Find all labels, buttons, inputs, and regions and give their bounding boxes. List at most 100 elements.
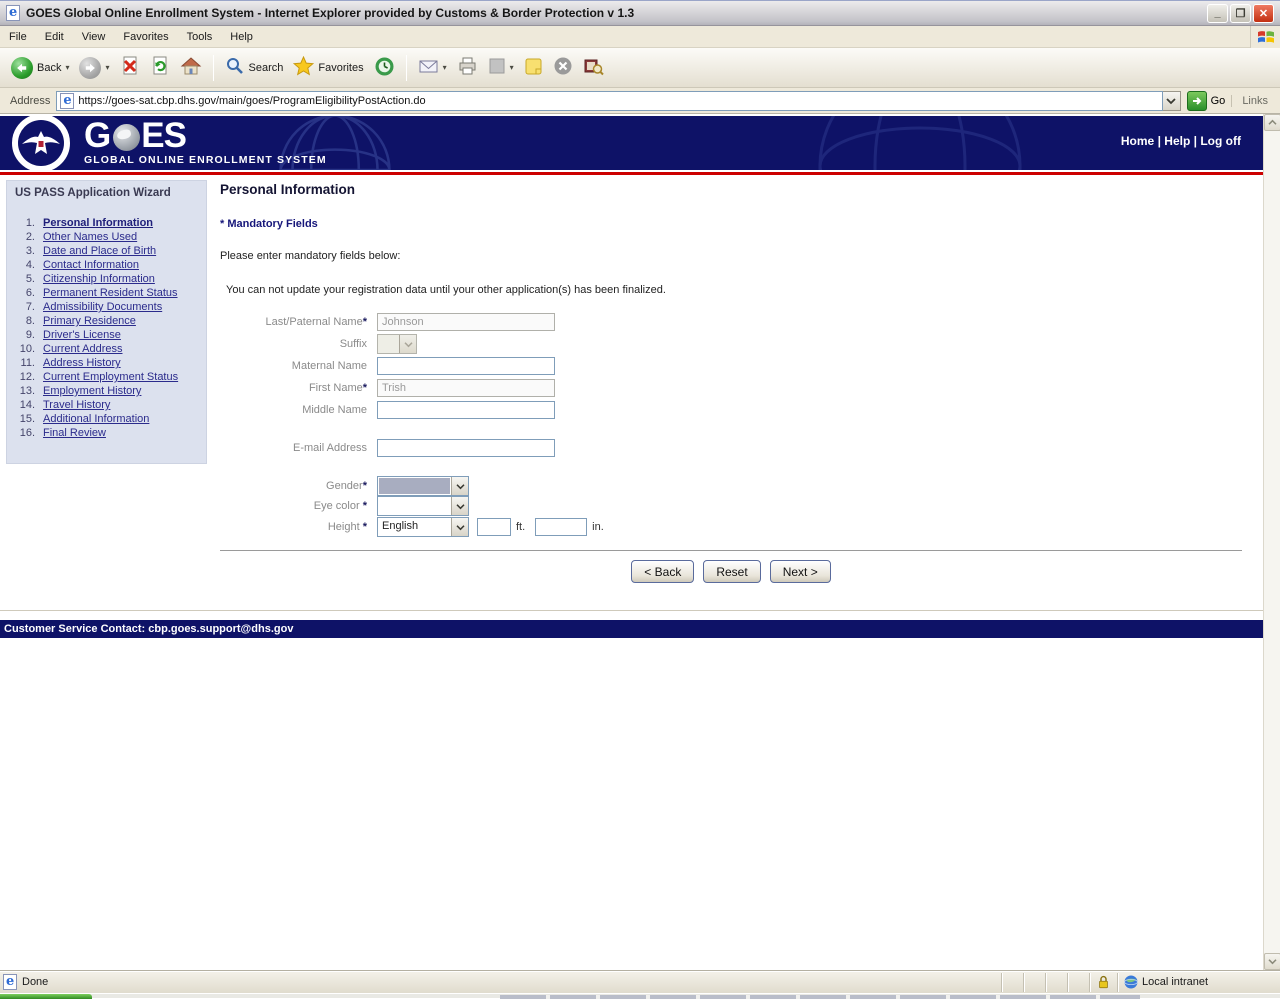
- forward-dropdown-icon[interactable]: ▾: [105, 63, 109, 72]
- favorites-label: Favorites: [318, 62, 363, 74]
- next-button[interactable]: Next >: [770, 560, 831, 583]
- wizard-step-link[interactable]: Final Review: [43, 426, 106, 440]
- step-number: 12.: [15, 370, 43, 384]
- reset-button[interactable]: Reset: [703, 560, 760, 583]
- form-row-gender: Gender*: [220, 476, 1242, 496]
- form-row-maternal-name: Maternal Name: [220, 355, 1242, 377]
- back-icon: [11, 57, 33, 79]
- wizard-step-travel-history: 14.Travel History: [15, 398, 202, 412]
- go-button[interactable]: Go: [1187, 91, 1226, 111]
- address-input[interactable]: https://goes-sat.cbp.dhs.gov/main/goes/P…: [56, 91, 1162, 111]
- back-button[interactable]: Back ▾: [6, 54, 74, 82]
- wizard-step-link[interactable]: Date and Place of Birth: [43, 244, 156, 258]
- select-value: [378, 335, 399, 353]
- mail-dropdown-icon[interactable]: ▾: [443, 63, 447, 72]
- nav-separator: |: [1158, 134, 1161, 148]
- chevron-down-icon[interactable]: [451, 518, 468, 536]
- vertical-scrollbar[interactable]: [1263, 114, 1280, 970]
- warning-text: You can not update your registration dat…: [220, 284, 1242, 296]
- home-button[interactable]: [175, 53, 207, 82]
- required-star: *: [363, 382, 367, 394]
- menu-edit[interactable]: Edit: [36, 28, 73, 46]
- refresh-button[interactable]: [145, 52, 175, 83]
- height-feet-field[interactable]: [477, 518, 511, 536]
- last-name-label: Last/Paternal Name*: [220, 316, 377, 328]
- chevron-down-icon[interactable]: [399, 335, 416, 353]
- form-row-middle-name: Middle Name: [220, 399, 1242, 421]
- wizard-step-final-review: 16.Final Review: [15, 426, 202, 440]
- scroll-down-icon[interactable]: [1264, 953, 1280, 970]
- research-button[interactable]: [578, 53, 609, 82]
- chevron-down-icon[interactable]: [451, 497, 468, 515]
- maternal-name-field[interactable]: [377, 357, 555, 375]
- height-inches-field[interactable]: [535, 518, 587, 536]
- note-icon: [524, 57, 543, 79]
- last-name-field[interactable]: [377, 313, 555, 331]
- status-panel: [1067, 973, 1089, 992]
- step-number: 6.: [15, 286, 43, 300]
- close-button[interactable]: ✕: [1253, 4, 1274, 23]
- chevron-down-icon[interactable]: [451, 477, 468, 495]
- restore-button[interactable]: ❐: [1230, 4, 1251, 23]
- status-panel: [1045, 973, 1067, 992]
- favorites-button[interactable]: Favorites: [288, 53, 368, 82]
- menu-tools[interactable]: Tools: [178, 28, 222, 46]
- wizard-step-link[interactable]: Current Address: [43, 342, 122, 356]
- menu-help[interactable]: Help: [221, 28, 262, 46]
- wizard-step-link[interactable]: Address History: [43, 356, 121, 370]
- scroll-up-icon[interactable]: [1264, 114, 1280, 131]
- nav-logoff-link[interactable]: Log off: [1200, 134, 1241, 148]
- back-nav-button[interactable]: < Back: [631, 560, 694, 583]
- middle-name-field[interactable]: [377, 401, 555, 419]
- email-field[interactable]: [377, 439, 555, 457]
- menu-favorites[interactable]: Favorites: [114, 28, 177, 46]
- stop-button[interactable]: [115, 52, 145, 83]
- wizard-step-link[interactable]: Personal Information: [43, 216, 153, 230]
- height-unit-select[interactable]: English: [377, 517, 469, 537]
- wizard-step-link[interactable]: Admissibility Documents: [43, 300, 162, 314]
- forward-button[interactable]: ▾: [74, 54, 114, 82]
- select-value: [378, 497, 451, 515]
- edit-button[interactable]: ▾: [483, 54, 519, 81]
- mail-button[interactable]: ▾: [413, 54, 452, 81]
- header-nav: Home | Help | Log off: [1121, 134, 1241, 148]
- wizard-step-link[interactable]: Contact Information: [43, 258, 139, 272]
- wizard-step-link[interactable]: Citizenship Information: [43, 272, 155, 286]
- menu-view[interactable]: View: [73, 28, 115, 46]
- eye-color-select[interactable]: [377, 496, 469, 516]
- wizard-step-link[interactable]: Travel History: [43, 398, 110, 412]
- customer-service-footer: Customer Service Contact: cbp.goes.suppo…: [0, 620, 1263, 638]
- nav-help-link[interactable]: Help: [1164, 134, 1190, 148]
- wizard-step-link[interactable]: Permanent Resident Status: [43, 286, 178, 300]
- menu-file[interactable]: File: [0, 28, 36, 46]
- wizard-step-link[interactable]: Driver's License: [43, 328, 121, 342]
- minimize-button[interactable]: _: [1207, 4, 1228, 23]
- wizard-step-link[interactable]: Primary Residence: [43, 314, 136, 328]
- back-dropdown-icon[interactable]: ▾: [65, 63, 69, 72]
- window-title: GOES Global Online Enrollment System - I…: [26, 6, 1205, 20]
- nav-home-link[interactable]: Home: [1121, 134, 1154, 148]
- suffix-select[interactable]: [377, 334, 417, 354]
- links-label[interactable]: Links: [1231, 95, 1276, 107]
- wizard-step-link[interactable]: Additional Information: [43, 412, 149, 426]
- form-row-height: Height * English ft. in.: [220, 516, 1242, 538]
- form-row-eye-color: Eye color *: [220, 496, 1242, 516]
- email-label: E-mail Address: [220, 442, 377, 454]
- windows-flag-icon: [1250, 26, 1280, 48]
- search-button[interactable]: Search: [220, 53, 289, 82]
- logo-letter-g: G: [84, 121, 110, 151]
- messenger-button[interactable]: [519, 54, 548, 82]
- wizard-step-link[interactable]: Other Names Used: [43, 230, 137, 244]
- wizard-step-link[interactable]: Current Employment Status: [43, 370, 178, 384]
- edit-dropdown-icon[interactable]: ▾: [510, 63, 514, 72]
- history-button[interactable]: [369, 53, 400, 83]
- wizard-step-link[interactable]: Employment History: [43, 384, 141, 398]
- search-label: Search: [249, 62, 284, 74]
- gender-select[interactable]: [377, 476, 469, 496]
- address-dropdown-icon[interactable]: [1163, 91, 1181, 111]
- print-button[interactable]: [452, 53, 483, 82]
- offline-button[interactable]: [548, 53, 578, 82]
- label-text: Maternal Name: [292, 360, 367, 372]
- go-label: Go: [1211, 95, 1226, 107]
- first-name-field[interactable]: [377, 379, 555, 397]
